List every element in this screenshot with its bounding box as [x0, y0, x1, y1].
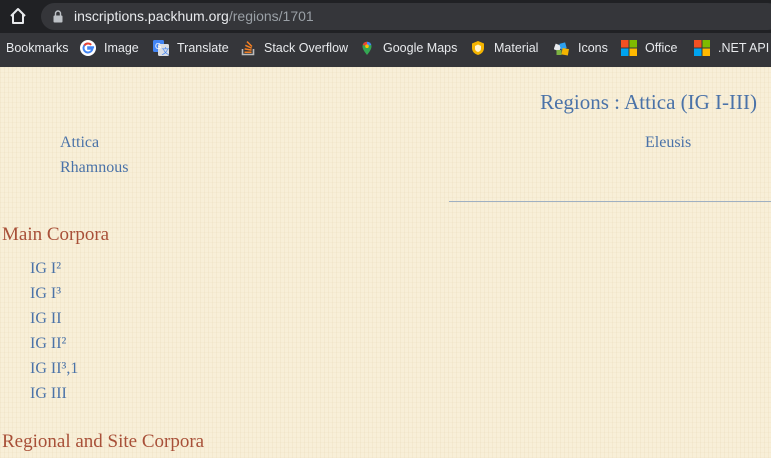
- material-shield-icon: [472, 41, 484, 55]
- bookmark-google-maps[interactable]: Google Maps: [359, 33, 457, 63]
- google-maps-icon: [362, 41, 372, 55]
- corpus-link[interactable]: IG II²: [30, 335, 66, 353]
- google-icon: [80, 40, 96, 56]
- corpus-link[interactable]: IG I²: [30, 260, 61, 278]
- subregion-link-attica[interactable]: Attica: [60, 134, 99, 152]
- lock-icon[interactable]: [53, 10, 63, 23]
- bookmark-office[interactable]: Office: [621, 33, 677, 63]
- page-content: Regions : Attica (IG I-III) Attica Rhamn…: [0, 67, 771, 458]
- bookmark-label: Image: [104, 41, 139, 55]
- bookmark-label: Translate: [177, 41, 229, 55]
- bookmark-label: .NET API B: [718, 41, 771, 55]
- corpus-link[interactable]: IG I³: [30, 285, 61, 303]
- bookmarks-bar: Bookmarks Image G 文 Translate Stack Over…: [0, 33, 771, 67]
- url-host: inscriptions.packhum.org: [74, 8, 229, 24]
- url-text[interactable]: inscriptions.packhum.org/regions/1701: [74, 8, 314, 24]
- subregion-link-rhamnous[interactable]: Rhamnous: [60, 159, 128, 177]
- bookmark-label: Icons: [578, 41, 608, 55]
- home-icon[interactable]: [8, 6, 28, 26]
- bookmark-material[interactable]: Material: [470, 33, 538, 63]
- section-title-main-corpora: Main Corpora: [2, 224, 110, 245]
- svg-text:文: 文: [162, 46, 170, 56]
- microsoft-icon: [621, 40, 637, 56]
- bookmark-stack-overflow[interactable]: Stack Overflow: [240, 33, 348, 63]
- url-path: /regions/1701: [228, 8, 314, 24]
- section-title-regional-corpora: Regional and Site Corpora: [2, 431, 205, 452]
- divider: [449, 201, 771, 202]
- bookmark-label: Bookmarks: [6, 41, 69, 55]
- bookmark-label: Google Maps: [383, 41, 458, 55]
- bookmark-translate[interactable]: G 文 Translate: [153, 33, 229, 63]
- browser-toolbar: inscriptions.packhum.org/regions/1701: [0, 0, 771, 33]
- bookmark-bookmarks[interactable]: Bookmarks: [6, 33, 69, 63]
- corpus-link[interactable]: IG III: [30, 385, 67, 403]
- subregion-link-eleusis[interactable]: Eleusis: [645, 134, 691, 152]
- svg-text:G: G: [155, 42, 161, 51]
- bookmark-image[interactable]: Image: [80, 33, 139, 63]
- icons-logo-icon: [554, 42, 569, 56]
- address-bar[interactable]: inscriptions.packhum.org/regions/1701: [41, 3, 771, 30]
- corpus-link[interactable]: IG II³,1: [30, 360, 78, 378]
- bookmark-dotnet-api[interactable]: .NET API B: [694, 33, 771, 63]
- corpus-link[interactable]: IG II: [30, 310, 62, 328]
- microsoft-icon: [694, 40, 710, 56]
- bookmark-label: Material: [494, 41, 539, 55]
- bookmark-icons[interactable]: Icons: [554, 33, 608, 63]
- stack-overflow-icon: [241, 41, 255, 56]
- google-translate-icon: G 文: [153, 40, 169, 56]
- page-title: Regions : Attica (IG I-III): [540, 90, 757, 114]
- bookmark-label: Stack Overflow: [264, 41, 349, 55]
- bookmark-label: Office: [645, 41, 678, 55]
